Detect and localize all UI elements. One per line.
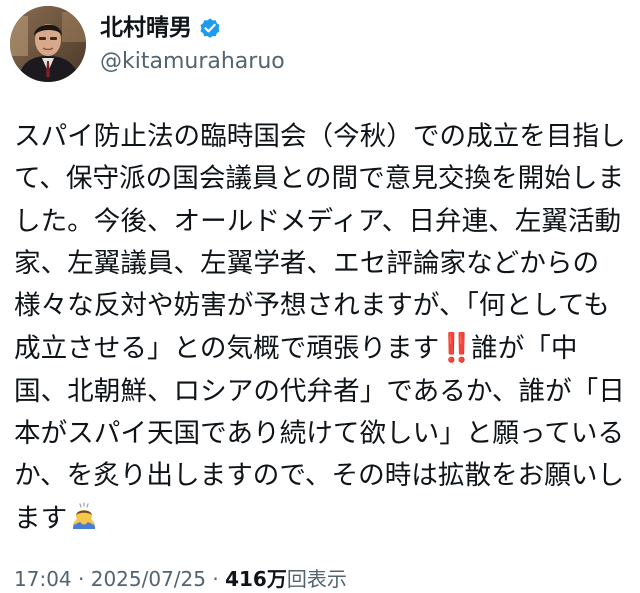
avatar-photo xyxy=(10,6,86,82)
avatar[interactable] xyxy=(10,6,86,82)
double-exclamation-emoji: ‼️ xyxy=(439,331,474,365)
post-date[interactable]: 2025/07/25 xyxy=(91,567,206,591)
post-text: スパイ防止法の臨時国会（今秋）での成立を目指して、保守派の国会議員との間で意見交… xyxy=(14,116,626,540)
views-count: 416万 xyxy=(225,567,287,591)
views-label: 回表示 xyxy=(286,567,347,591)
display-name-row: 北村晴男 xyxy=(100,11,285,45)
post: 北村晴男 @kitamuraharuo スパイ防止法の臨時国会（今秋）での成立を… xyxy=(0,0,640,593)
author-names: 北村晴男 @kitamuraharuo xyxy=(100,11,285,77)
post-header: 北村晴男 @kitamuraharuo xyxy=(10,6,285,82)
meta-separator: · xyxy=(71,567,91,591)
post-time[interactable]: 17:04 xyxy=(14,567,72,591)
person-bowing-emoji xyxy=(69,501,99,531)
post-meta: 17:04 · 2025/07/25 · 416万回表示 xyxy=(14,565,347,593)
meta-separator-2: · xyxy=(206,567,226,591)
post-text-part-1: スパイ防止法の臨時国会（今秋）での成立を目指して、保守派の国会議員との間で意見交… xyxy=(14,121,626,365)
display-name[interactable]: 北村晴男 xyxy=(100,13,192,43)
handle[interactable]: @kitamuraharuo xyxy=(100,47,285,77)
verified-badge-icon xyxy=(198,16,222,40)
